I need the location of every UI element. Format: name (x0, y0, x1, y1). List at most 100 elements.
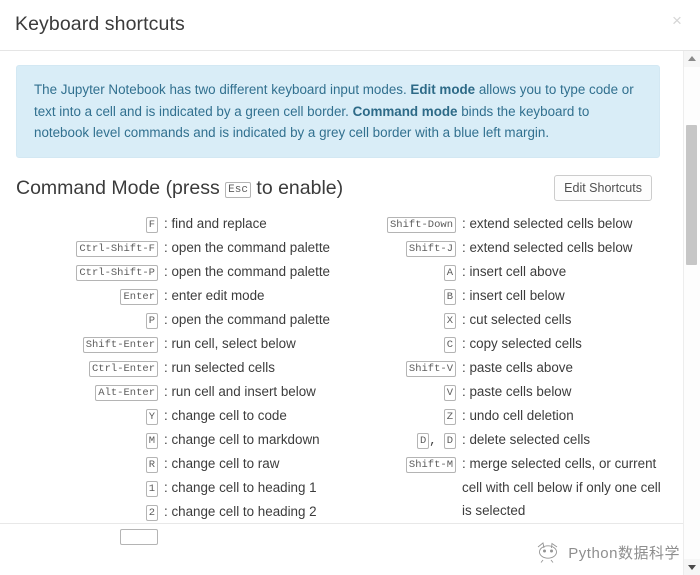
kbd-shift-m: Shift-M (405, 457, 456, 474)
shortcut-description: : delete selected cells (456, 428, 660, 452)
shortcut-key-cell: C (340, 332, 456, 356)
shortcut-description-line: : run selected cells (164, 360, 275, 376)
shortcut-description-line: : run cell, select below (164, 336, 296, 352)
shortcut-key-cell: Z (340, 404, 456, 428)
shortcut-description-line: : copy selected cells (462, 336, 582, 352)
kbd-ctrl-enter: Ctrl-Enter (88, 361, 158, 378)
shortcut-row: M: change cell to markdown (16, 428, 328, 452)
shortcut-key-cell: Shift-J (340, 236, 456, 260)
shortcut-row: Shift-Enter : run cell, select below (16, 332, 328, 356)
shortcut-description: : open the command palette (158, 260, 330, 284)
shortcut-description: : run cell, select below (158, 332, 328, 356)
section-title-suffix: to enable) (250, 177, 344, 200)
shortcut-description-line: : run cell and insert below (164, 384, 316, 400)
shortcut-description: : change cell to markdown (158, 428, 328, 452)
shortcut-key-cell: D, D (340, 428, 456, 453)
scroll-up-arrow-icon[interactable] (684, 51, 700, 67)
shortcut-description-line: : open the command palette (164, 312, 331, 328)
shortcut-description: : change cell to raw (158, 452, 328, 476)
keyboard-shortcuts-dialog: Keyboard shortcuts × The Jupyter Noteboo… (0, 0, 700, 575)
shortcut-description-line: : insert cell below (462, 288, 565, 304)
dialog-body-inner: The Jupyter Notebook has two different k… (0, 51, 676, 548)
shortcut-key-cell: B (340, 284, 456, 308)
kbd-clipped (120, 529, 158, 546)
kbd-ctrl-shift-f: Ctrl-Shift-F (76, 241, 158, 258)
close-icon[interactable]: × (668, 12, 686, 30)
kbd-r: R (145, 457, 158, 474)
vertical-scrollbar[interactable] (683, 51, 700, 575)
kbd-v: V (443, 385, 456, 402)
kbd-alt-enter: Alt-Enter (95, 385, 158, 402)
shortcut-description-line: : insert cell above (462, 264, 567, 280)
shortcut-description: : open the command palette (158, 236, 330, 260)
python-mascot-icon (538, 542, 558, 563)
scrollbar-thumb[interactable] (686, 125, 697, 265)
watermark-text: Python数据科学 (568, 544, 680, 562)
shortcut-key-cell: A (340, 260, 456, 284)
shortcut-row: F : find and replace (16, 212, 328, 236)
shortcut-description-line: : delete selected cells (462, 432, 591, 448)
shortcut-key-cell: V (340, 380, 456, 404)
info-alert: The Jupyter Notebook has two different k… (16, 65, 660, 159)
shortcut-row: P : open the command palette (16, 308, 330, 332)
alert-bold-edit-mode: Edit mode (410, 82, 476, 97)
kbd-c: C (443, 337, 456, 354)
shortcut-row: Ctrl-Shift-P: open the command palette (16, 260, 330, 284)
shortcut-row: V: paste cells below (340, 380, 660, 404)
shortcut-description: : copy selected cells (456, 332, 660, 356)
alert-text-part1: The Jupyter Notebook has two different k… (34, 82, 411, 97)
alert-bold-command-mode: Command mode (352, 103, 458, 119)
shortcut-row: Ctrl-Enter : run selected cells (16, 356, 328, 380)
shortcut-description: : enter edit mode (158, 284, 328, 308)
shortcut-key-cell: Shift-Down (340, 212, 456, 236)
scrollbar-track[interactable] (684, 67, 700, 559)
shortcut-description-line: : extend selected cells below (462, 216, 633, 232)
kbd-y: Y (145, 409, 158, 426)
shortcut-description: : extend selected cells below (456, 236, 660, 260)
kbd-a: A (443, 265, 456, 282)
shortcut-description-line: : enter edit mode (164, 288, 265, 304)
shortcut-description: : insert cell below (456, 284, 660, 308)
shortcut-key-cell: Y (16, 404, 158, 428)
shortcut-key-cell: Shift-V (340, 356, 456, 380)
shortcut-description-line: : change cell to heading 2 (164, 504, 317, 520)
shortcut-row: Shift-Down : extend selected cells below (340, 212, 660, 236)
shortcut-row: B : insert cell below (340, 284, 660, 308)
kbd-z: Z (443, 409, 456, 426)
shortcut-description-line: : change cell to markdown (164, 432, 320, 448)
edit-shortcuts-button[interactable]: Edit Shortcuts (554, 175, 652, 202)
kbd-p: P (145, 313, 158, 330)
shortcut-description: : insert cell above (456, 260, 660, 284)
shortcut-row: R: change cell to raw (16, 452, 328, 476)
shortcut-key-cell: Shift-M (340, 452, 456, 476)
shortcut-description: : change cell to code (158, 404, 328, 428)
shortcut-key-cell: F (16, 212, 158, 236)
kbd-ctrl-shift-p: Ctrl-Shift-P (76, 265, 158, 282)
shortcut-description-line: : extend selected cells below (462, 240, 633, 256)
shortcut-key-cell: X (340, 308, 456, 332)
shortcut-description-line: : find and replace (164, 216, 267, 232)
shortcut-description: : change cell to heading 2 (158, 500, 328, 524)
shortcut-row: Shift-J : extend selected cells below (340, 236, 660, 260)
shortcut-column-right: Shift-Down: extend selected cells below S… (338, 212, 661, 524)
shortcut-description: : open the command palette (158, 308, 330, 332)
shortcut-row: Alt-Enter : run cell and insert below (16, 380, 328, 404)
dialog-header: Keyboard shortcuts × (0, 0, 700, 51)
shortcut-key-cell: Ctrl-Shift-F (16, 236, 158, 260)
command-mode-section-head: Command Mode (press Esc to enable) Edit … (16, 175, 660, 205)
kbd-d: D (416, 433, 430, 450)
shortcut-key-cell: Ctrl-Enter (16, 356, 158, 380)
shortcut-row: 2 : change cell to heading 2 (16, 500, 328, 524)
kbd-shift-enter: Shift-Enter (82, 337, 158, 354)
shortcut-row: Shift-V : paste cells above (340, 356, 660, 380)
shortcut-description-line: cell with cell below if only one cell (462, 480, 661, 496)
kbd-shift-down: Shift-Down (386, 217, 456, 234)
shortcut-description: : run cell and insert below (158, 380, 328, 404)
shortcut-key-cell: 2 (16, 500, 158, 524)
scroll-down-arrow-icon[interactable] (684, 559, 700, 575)
shortcut-row: X: cut selected cells (340, 308, 660, 332)
shortcut-key-cell: Shift-Enter (16, 332, 158, 356)
dialog-body: The Jupyter Notebook has two different k… (0, 51, 700, 575)
shortcut-description-line: : paste cells above (462, 360, 573, 376)
kbd-x: X (443, 313, 456, 330)
